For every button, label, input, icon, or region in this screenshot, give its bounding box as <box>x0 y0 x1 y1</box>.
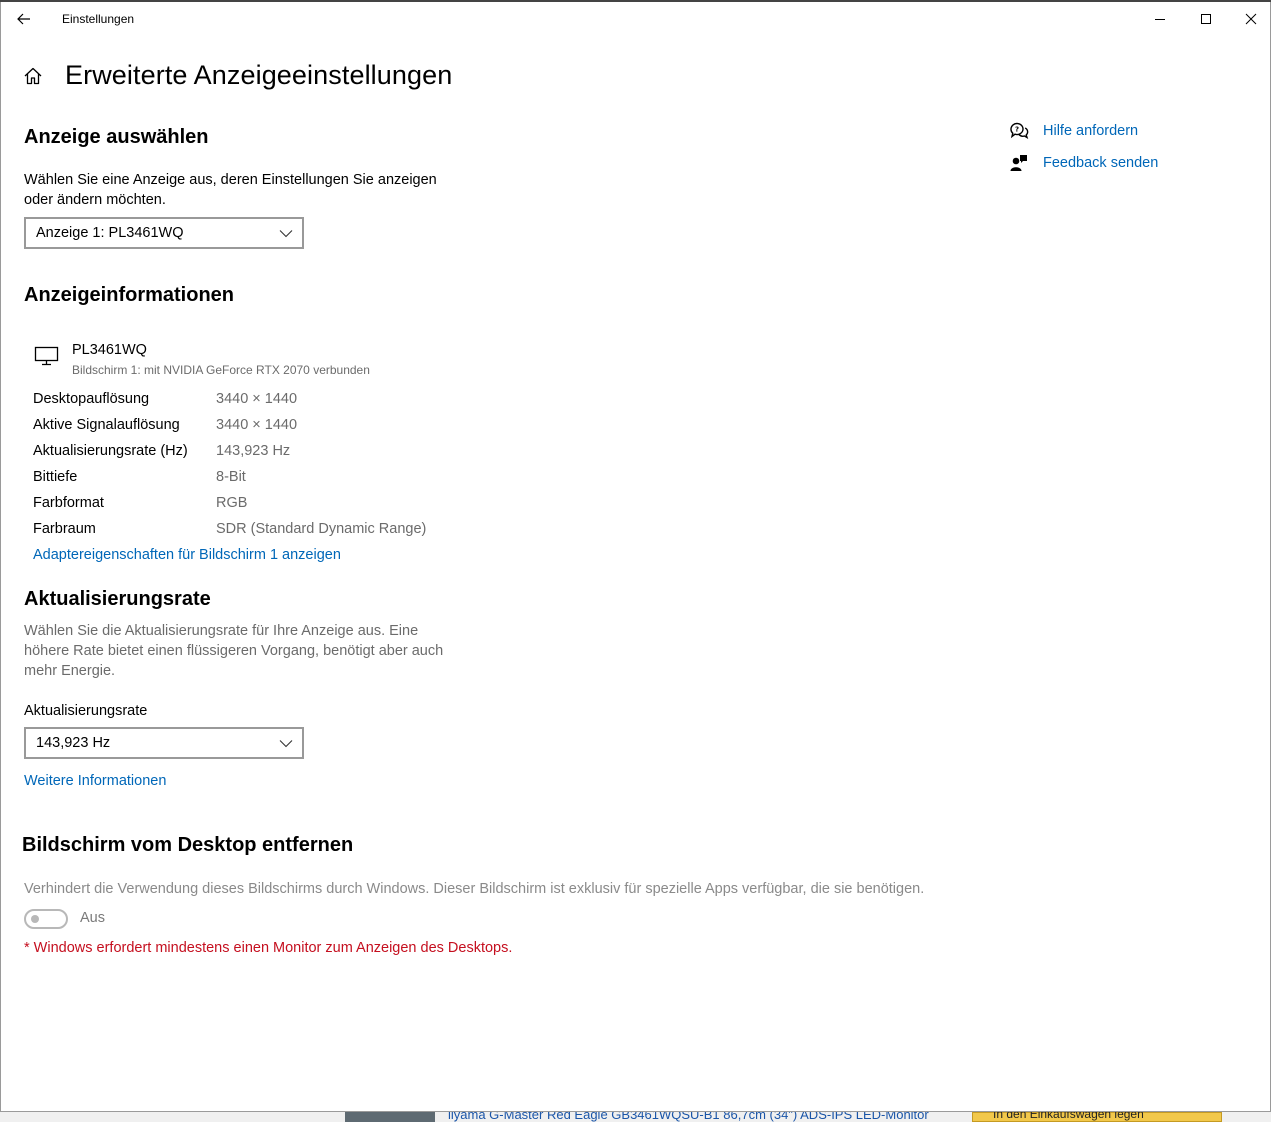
refresh-rate-value: 143,923 Hz <box>36 735 111 751</box>
info-value: 3440 × 1440 <box>216 417 298 433</box>
info-value: 8-Bit <box>216 469 246 485</box>
home-button[interactable] <box>23 65 45 87</box>
product-thumbnail <box>345 1112 435 1122</box>
display-select-dropdown[interactable]: Anzeige 1: PL3461WQ <box>24 217 304 249</box>
title-bar: Einstellungen <box>1 2 1270 34</box>
chevron-down-icon <box>279 740 293 748</box>
info-value: 3440 × 1440 <box>216 391 298 407</box>
info-label: Farbraum <box>33 521 96 537</box>
info-value: SDR (Standard Dynamic Range) <box>216 521 427 537</box>
page-header: Erweiterte Anzeigeeinstellungen <box>23 60 452 91</box>
select-display-description-line2: oder ändern möchten. <box>24 192 166 208</box>
get-help-label: Hilfe anfordern <box>1043 123 1139 139</box>
toggle-state-label: Aus <box>80 910 105 926</box>
more-info-link[interactable]: Weitere Informationen <box>24 773 166 789</box>
feedback-label: Feedback senden <box>1043 155 1159 171</box>
help-chat-icon: ? <box>1009 121 1029 141</box>
info-value: 143,923 Hz <box>216 443 291 459</box>
refresh-rate-description-line2: höhere Rate bietet einen flüssigeren Vor… <box>24 643 444 659</box>
refresh-rate-description: Wählen Sie die Aktualisierungsrate für I… <box>24 621 443 681</box>
monitor-icon <box>34 346 59 366</box>
feedback-link[interactable]: Feedback senden <box>1009 152 1158 174</box>
refresh-rate-dropdown[interactable]: 143,923 Hz <box>24 727 304 759</box>
refresh-rate-field-label: Aktualisierungsrate <box>24 703 148 719</box>
monitor-name: PL3461WQ <box>72 342 147 358</box>
info-label: Bittiefe <box>33 469 78 485</box>
select-display-description-line1: Wählen Sie eine Anzeige aus, deren Einst… <box>24 172 437 188</box>
display-select-value: Anzeige 1: PL3461WQ <box>36 225 184 241</box>
get-help-link[interactable]: ? Hilfe anfordern <box>1009 120 1138 142</box>
info-label: Aktive Signalauflösung <box>33 417 180 433</box>
adapter-properties-link[interactable]: Adaptereigenschaften für Bildschirm 1 an… <box>33 547 341 563</box>
remove-display-heading: Bildschirm vom Desktop entfernen <box>22 834 354 856</box>
display-info-heading: Anzeigeinformationen <box>24 284 235 306</box>
toggle-knob <box>31 915 39 923</box>
product-title: iiyama G-Master Red Eagle GB3461WQSU-B1 … <box>448 1112 929 1122</box>
refresh-rate-description-line3: mehr Energie. <box>24 663 116 679</box>
monitor-requirement-warning: * Windows erfordert mindestens einen Mon… <box>24 940 513 956</box>
info-label: Desktopauflösung <box>33 391 150 407</box>
svg-text:?: ? <box>1015 126 1019 134</box>
refresh-rate-description-line1: Wählen Sie die Aktualisierungsrate für I… <box>24 623 419 639</box>
back-arrow-icon <box>17 13 30 25</box>
settings-window: Einstellungen Erweiterte Anzeigeeinstell… <box>0 2 1271 1112</box>
minimize-icon <box>1155 19 1165 20</box>
refresh-rate-heading: Aktualisierungsrate <box>24 588 211 610</box>
maximize-button[interactable] <box>1183 6 1229 32</box>
background-webpage: iiyama G-Master Red Eagle GB3461WQSU-B1 … <box>0 1112 1271 1122</box>
remove-display-description: Verhindert die Verwendung dieses Bildsch… <box>24 881 925 897</box>
remove-display-toggle[interactable] <box>24 909 68 929</box>
maximize-icon <box>1201 14 1211 24</box>
feedback-person-icon <box>1009 153 1029 173</box>
info-label: Farbformat <box>33 495 104 511</box>
info-value: RGB <box>216 495 248 511</box>
back-button[interactable] <box>9 6 39 32</box>
home-icon <box>24 67 42 84</box>
add-to-cart-button[interactable]: In den Einkaufswagen legen <box>972 1112 1222 1122</box>
select-display-description: Wählen Sie eine Anzeige aus, deren Einst… <box>24 170 437 210</box>
close-button[interactable] <box>1228 6 1271 32</box>
close-icon <box>1245 13 1257 25</box>
chevron-down-icon <box>279 230 293 238</box>
minimize-button[interactable] <box>1137 6 1183 32</box>
select-display-heading: Anzeige auswählen <box>24 126 209 148</box>
page-title: Erweiterte Anzeigeeinstellungen <box>65 60 453 90</box>
monitor-connection: Bildschirm 1: mit NVIDIA GeForce RTX 207… <box>72 363 370 377</box>
add-to-cart-label: In den Einkaufswagen legen <box>993 1112 1144 1121</box>
window-title: Einstellungen <box>62 12 135 26</box>
info-label: Aktualisierungsrate (Hz) <box>33 443 188 459</box>
